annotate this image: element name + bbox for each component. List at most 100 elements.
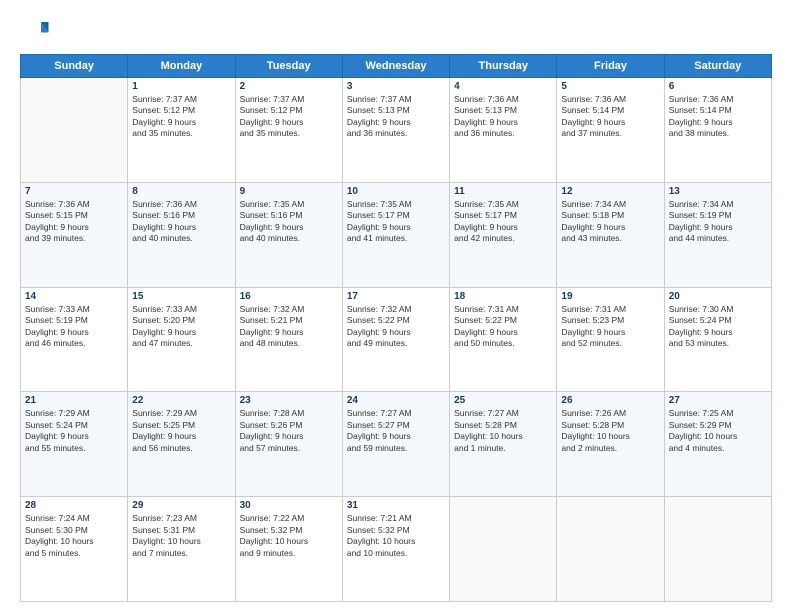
calendar-cell: 5 Sunrise: 7:36 AMSunset: 5:14 PMDaylight… [557,78,664,183]
day-info: Sunrise: 7:34 AMSunset: 5:19 PMDaylight:… [669,199,767,245]
day-info: Sunrise: 7:35 AMSunset: 5:16 PMDaylight:… [240,199,338,245]
day-number: 25 [454,395,552,406]
day-number: 15 [132,291,230,302]
calendar-cell: 18Sunrise: 7:31 AMSunset: 5:22 PMDayligh… [450,287,557,392]
calendar-week-row: 21 Sunrise: 7:29 AMSunset: 5:24 PMDayligh… [21,392,772,497]
day-info: Sunrise: 7:33 AMSunset: 5:19 PMDaylight:… [25,304,123,350]
calendar-table: SundayMondayTuesdayWednesdayThursdayFrid… [20,54,772,602]
day-info: Sunrise: 7:29 AMSunset: 5:24 PMDaylight:… [25,408,123,454]
day-number: 31 [347,500,445,511]
day-info: Sunrise: 7:35 AMSunset: 5:17 PMDaylight:… [454,199,552,245]
calendar-cell: 3 Sunrise: 7:37 AMSunset: 5:13 PMDaylight… [342,78,449,183]
calendar-cell [557,497,664,602]
day-info: Sunrise: 7:32 AMSunset: 5:22 PMDaylight:… [347,304,445,350]
day-number: 22 [132,395,230,406]
calendar-cell: 19 Sunrise: 7:31 AMSunset: 5:23 PMDayligh… [557,287,664,392]
calendar-body: 1 Sunrise: 7:37 AMSunset: 5:12 PMDaylight… [21,78,772,602]
weekday-header: Friday [557,55,664,78]
day-info: Sunrise: 7:35 AMSunset: 5:17 PMDaylight:… [347,199,445,245]
day-info: Sunrise: 7:29 AMSunset: 5:25 PMDaylight:… [132,408,230,454]
calendar-header: SundayMondayTuesdayWednesdayThursdayFrid… [21,55,772,78]
calendar-cell: 21 Sunrise: 7:29 AMSunset: 5:24 PMDayligh… [21,392,128,497]
calendar-cell: 2Sunrise: 7:37 AMSunset: 5:12 PMDaylight… [235,78,342,183]
day-info: Sunrise: 7:30 AMSunset: 5:24 PMDaylight:… [669,304,767,350]
day-number: 28 [25,500,123,511]
day-number: 21 [25,395,123,406]
day-info: Sunrise: 7:37 AMSunset: 5:13 PMDaylight:… [347,94,445,140]
calendar-cell [664,497,771,602]
day-number: 9 [240,186,338,197]
calendar-cell: 22 Sunrise: 7:29 AMSunset: 5:25 PMDayligh… [128,392,235,497]
calendar-cell [21,78,128,183]
weekday-header: Tuesday [235,55,342,78]
calendar-cell: 16Sunrise: 7:32 AMSunset: 5:21 PMDayligh… [235,287,342,392]
day-number: 14 [25,291,123,302]
logo-icon [20,16,50,46]
calendar-cell: 9 Sunrise: 7:35 AMSunset: 5:16 PMDaylight… [235,182,342,287]
day-number: 6 [669,81,767,92]
day-info: Sunrise: 7:23 AMSunset: 5:31 PMDaylight:… [132,513,230,559]
day-info: Sunrise: 7:34 AMSunset: 5:18 PMDaylight:… [561,199,659,245]
calendar-cell: 7 Sunrise: 7:36 AMSunset: 5:15 PMDaylight… [21,182,128,287]
day-info: Sunrise: 7:26 AMSunset: 5:28 PMDaylight:… [561,408,659,454]
day-number: 19 [561,291,659,302]
day-number: 1 [132,81,230,92]
day-number: 26 [561,395,659,406]
calendar-week-row: 1 Sunrise: 7:37 AMSunset: 5:12 PMDaylight… [21,78,772,183]
calendar-cell: 23 Sunrise: 7:28 AMSunset: 5:26 PMDayligh… [235,392,342,497]
weekday-header: Saturday [664,55,771,78]
day-info: Sunrise: 7:36 AMSunset: 5:16 PMDaylight:… [132,199,230,245]
calendar-cell: 31 Sunrise: 7:21 AMSunset: 5:32 PMDayligh… [342,497,449,602]
day-number: 13 [669,186,767,197]
day-info: Sunrise: 7:36 AMSunset: 5:14 PMDaylight:… [561,94,659,140]
day-number: 5 [561,81,659,92]
calendar-cell: 13 Sunrise: 7:34 AMSunset: 5:19 PMDayligh… [664,182,771,287]
calendar-cell: 11 Sunrise: 7:35 AMSunset: 5:17 PMDayligh… [450,182,557,287]
day-info: Sunrise: 7:36 AMSunset: 5:14 PMDaylight:… [669,94,767,140]
day-info: Sunrise: 7:31 AMSunset: 5:22 PMDaylight:… [454,304,552,350]
day-number: 16 [240,291,338,302]
calendar-cell: 24 Sunrise: 7:27 AMSunset: 5:27 PMDayligh… [342,392,449,497]
day-info: Sunrise: 7:27 AMSunset: 5:27 PMDaylight:… [347,408,445,454]
day-info: Sunrise: 7:36 AMSunset: 5:15 PMDaylight:… [25,199,123,245]
calendar-cell: 28 Sunrise: 7:24 AMSunset: 5:30 PMDayligh… [21,497,128,602]
calendar-cell: 6 Sunrise: 7:36 AMSunset: 5:14 PMDaylight… [664,78,771,183]
day-number: 8 [132,186,230,197]
day-number: 7 [25,186,123,197]
day-info: Sunrise: 7:28 AMSunset: 5:26 PMDaylight:… [240,408,338,454]
logo [20,16,54,46]
calendar-cell: 8 Sunrise: 7:36 AMSunset: 5:16 PMDaylight… [128,182,235,287]
day-info: Sunrise: 7:33 AMSunset: 5:20 PMDaylight:… [132,304,230,350]
day-info: Sunrise: 7:25 AMSunset: 5:29 PMDaylight:… [669,408,767,454]
calendar-cell: 10 Sunrise: 7:35 AMSunset: 5:17 PMDayligh… [342,182,449,287]
page: SundayMondayTuesdayWednesdayThursdayFrid… [0,0,792,612]
day-number: 3 [347,81,445,92]
calendar-cell: 14 Sunrise: 7:33 AMSunset: 5:19 PMDayligh… [21,287,128,392]
day-number: 29 [132,500,230,511]
day-info: Sunrise: 7:36 AMSunset: 5:13 PMDaylight:… [454,94,552,140]
day-number: 11 [454,186,552,197]
day-info: Sunrise: 7:31 AMSunset: 5:23 PMDaylight:… [561,304,659,350]
day-number: 10 [347,186,445,197]
calendar-cell: 25Sunrise: 7:27 AMSunset: 5:28 PMDayligh… [450,392,557,497]
day-number: 12 [561,186,659,197]
calendar-cell: 26 Sunrise: 7:26 AMSunset: 5:28 PMDayligh… [557,392,664,497]
day-number: 20 [669,291,767,302]
calendar-week-row: 14 Sunrise: 7:33 AMSunset: 5:19 PMDayligh… [21,287,772,392]
day-number: 30 [240,500,338,511]
day-info: Sunrise: 7:24 AMSunset: 5:30 PMDaylight:… [25,513,123,559]
weekday-header: Wednesday [342,55,449,78]
day-number: 24 [347,395,445,406]
calendar-week-row: 28 Sunrise: 7:24 AMSunset: 5:30 PMDayligh… [21,497,772,602]
weekday-row: SundayMondayTuesdayWednesdayThursdayFrid… [21,55,772,78]
weekday-header: Sunday [21,55,128,78]
calendar-cell: 30Sunrise: 7:22 AMSunset: 5:32 PMDayligh… [235,497,342,602]
weekday-header: Thursday [450,55,557,78]
calendar-cell: 17Sunrise: 7:32 AMSunset: 5:22 PMDayligh… [342,287,449,392]
header [20,16,772,46]
calendar-cell: 15 Sunrise: 7:33 AMSunset: 5:20 PMDayligh… [128,287,235,392]
day-info: Sunrise: 7:21 AMSunset: 5:32 PMDaylight:… [347,513,445,559]
day-number: 23 [240,395,338,406]
calendar-week-row: 7 Sunrise: 7:36 AMSunset: 5:15 PMDaylight… [21,182,772,287]
day-info: Sunrise: 7:37 AMSunset: 5:12 PMDaylight:… [240,94,338,140]
